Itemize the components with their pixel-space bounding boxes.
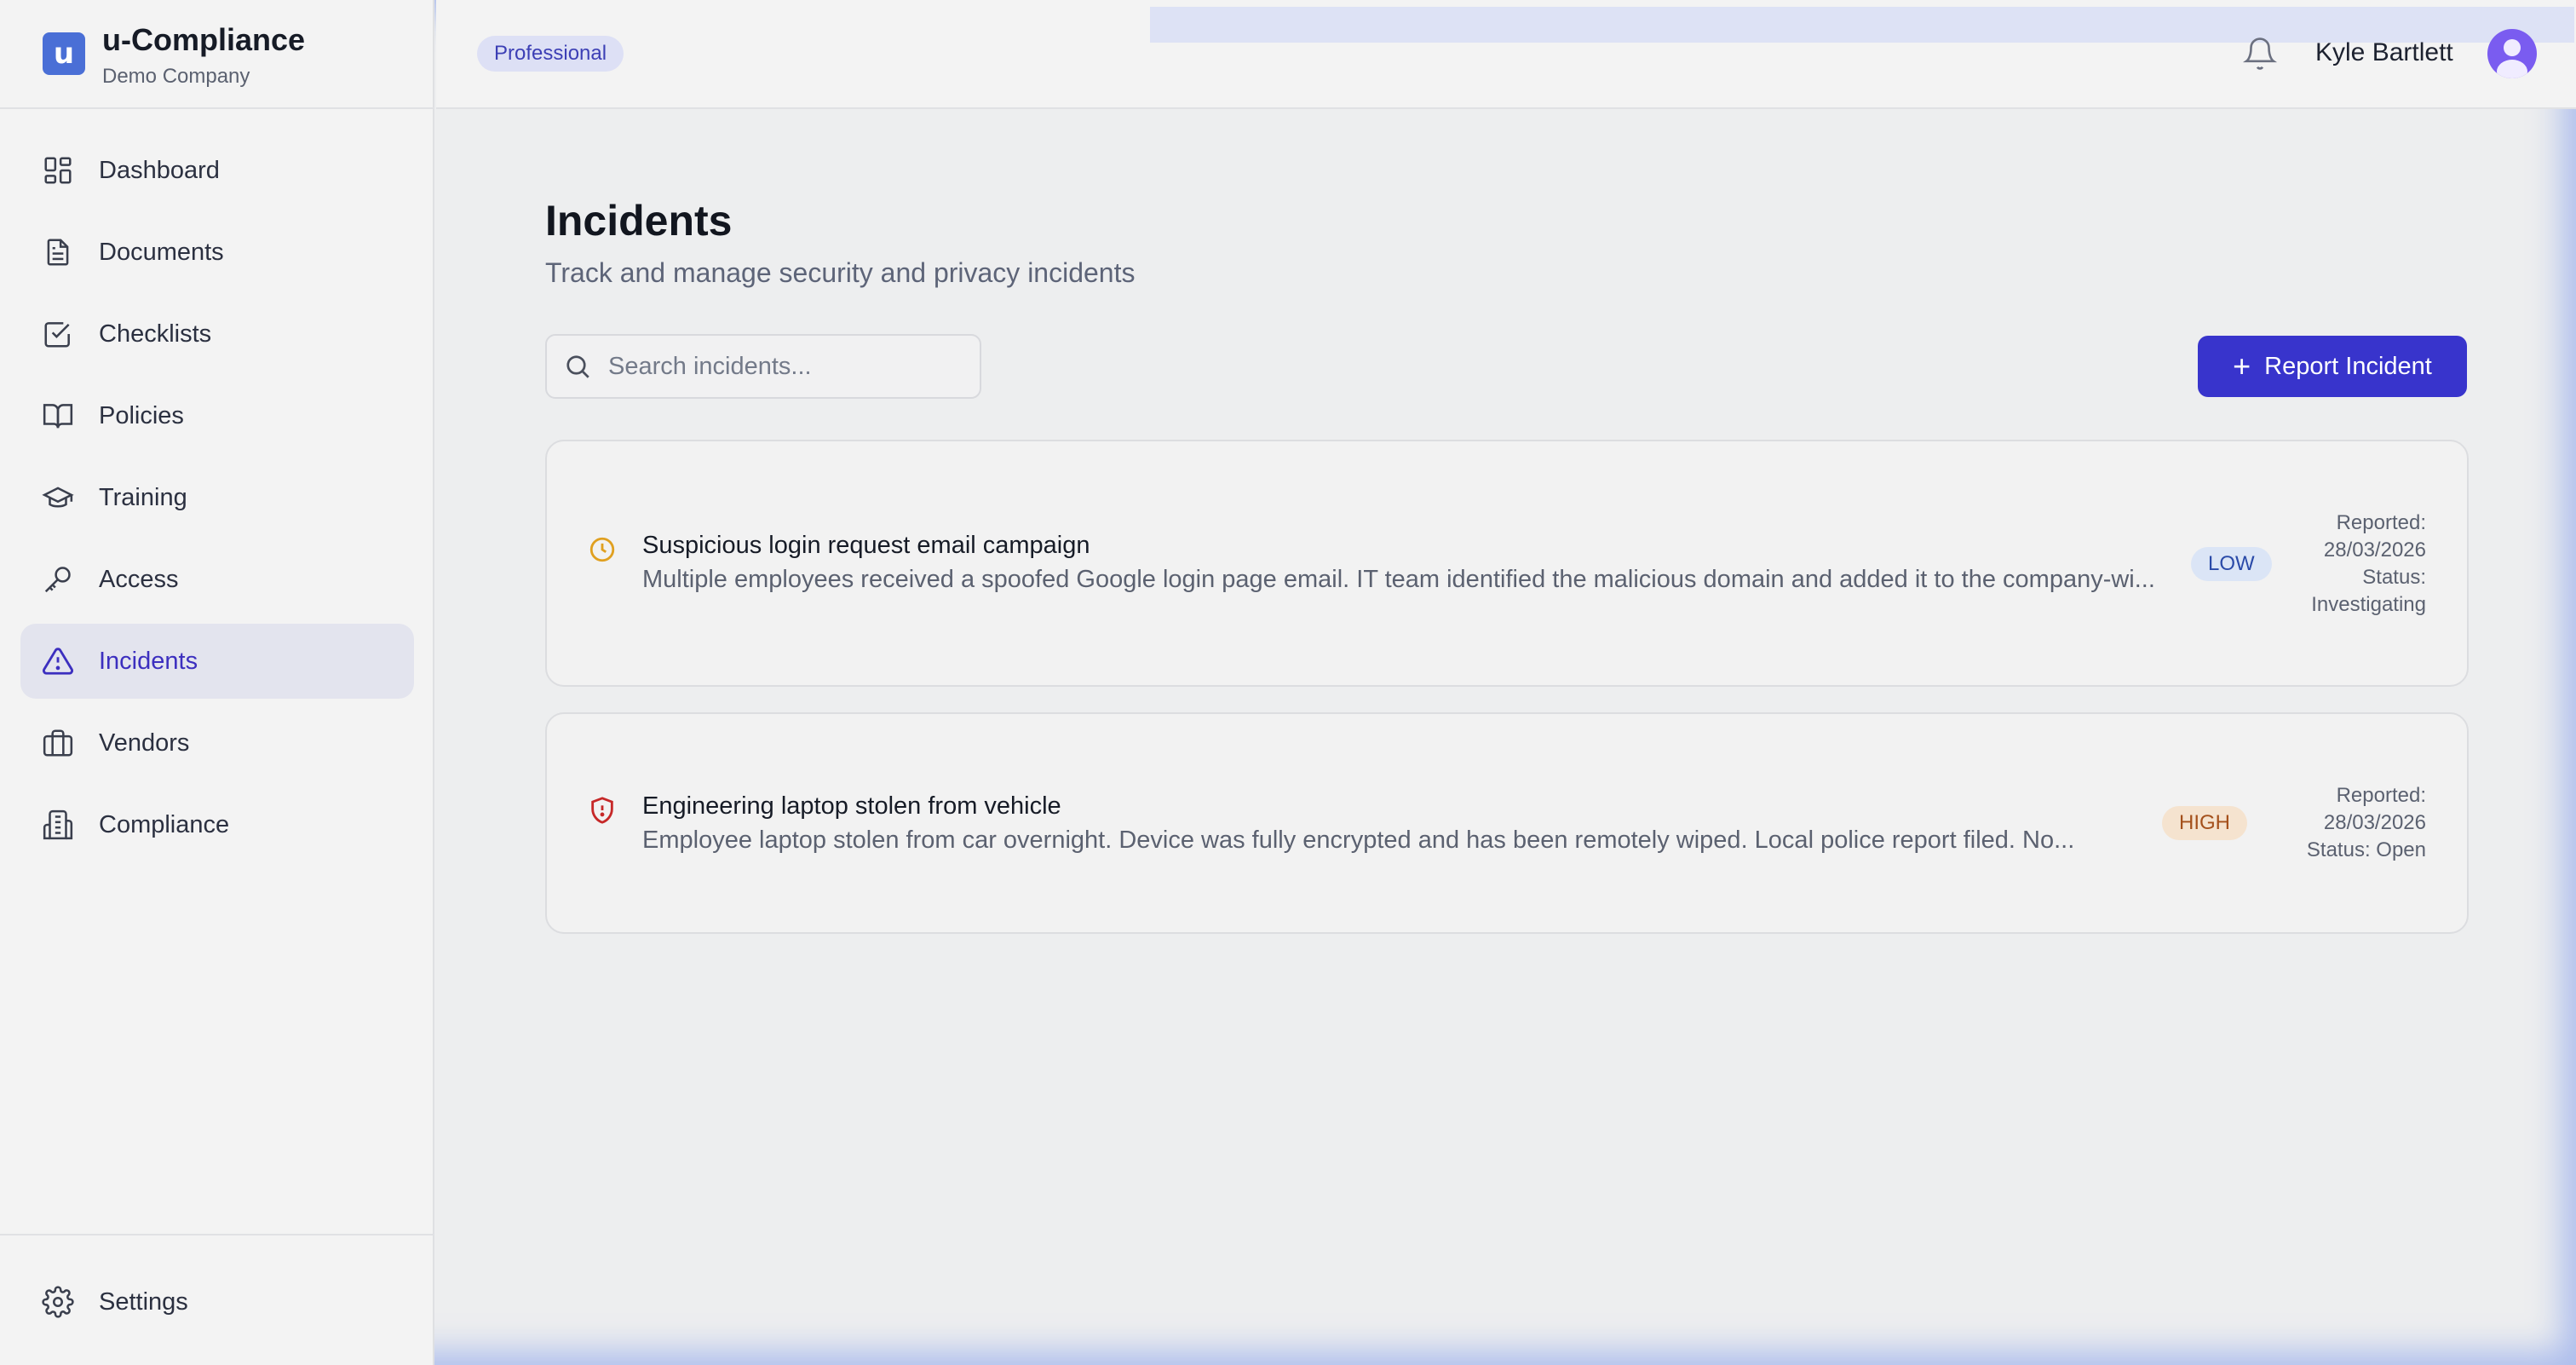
graduation-cap-icon [41, 481, 75, 515]
sidebar-item-label: Dashboard [99, 156, 220, 184]
status-value: Investigating [2311, 593, 2426, 616]
brand-header: u u-Compliance Demo Company [0, 0, 434, 109]
sidebar-item-vendors[interactable]: Vendors [20, 706, 414, 780]
shield-alert-icon [588, 796, 617, 825]
warning-triangle-icon [41, 644, 75, 678]
app-window: u u-Compliance Demo Company Dashboard Do… [0, 0, 2576, 1365]
briefcase-icon [41, 726, 75, 760]
sidebar-item-training[interactable]: Training [20, 460, 414, 535]
sidebar-nav: Dashboard Documents Checklists Policies [20, 133, 414, 869]
page-title: Incidents [545, 197, 733, 245]
gear-icon [41, 1285, 75, 1319]
incident-card[interactable]: Engineering laptop stolen from vehicle E… [545, 712, 2469, 934]
reported-label: Reported: [2336, 511, 2426, 534]
building-icon [41, 808, 75, 842]
sidebar-item-incidents[interactable]: Incidents [20, 624, 414, 699]
incident-meta: Reported: 28/03/2026 Status: Investigati… [2311, 510, 2426, 619]
top-header: Professional Kyle Bartlett [436, 0, 2576, 109]
sidebar-item-label: Checklists [99, 320, 212, 348]
key-icon [41, 562, 75, 596]
incident-description: Employee laptop stolen from car overnigh… [642, 826, 2075, 854]
header-highlight-bar [1150, 7, 2574, 43]
reported-date: 28/03/2026 [2323, 539, 2426, 562]
clock-icon [588, 535, 617, 564]
plan-badge: Professional [477, 36, 624, 72]
incident-title[interactable]: Suspicious login request email campaign [642, 532, 1090, 560]
sidebar-item-access[interactable]: Access [20, 542, 414, 617]
main-content: Incidents Track and manage security and … [436, 111, 2576, 1365]
page-subtitle: Track and manage security and privacy in… [545, 257, 1136, 288]
search-icon [562, 351, 593, 382]
incident-title[interactable]: Engineering laptop stolen from vehicle [642, 792, 1061, 821]
incident-meta: Reported: 28/03/2026 Status: Open [2307, 782, 2426, 864]
search-input[interactable] [608, 352, 966, 381]
severity-badge: HIGH [2162, 806, 2247, 840]
sidebar-item-label: Policies [99, 401, 184, 429]
sidebar-item-compliance[interactable]: Compliance [20, 787, 414, 862]
sidebar-item-dashboard[interactable]: Dashboard [20, 133, 414, 208]
sidebar-item-settings[interactable]: Settings [20, 1264, 414, 1339]
sidebar-item-documents[interactable]: Documents [20, 215, 414, 290]
reported-label: Reported: [2336, 784, 2426, 807]
sidebar-item-label: Access [99, 565, 179, 593]
status-label: Status: [2362, 566, 2426, 589]
report-incident-button[interactable]: + Report Incident [2198, 336, 2467, 397]
company-name: Demo Company [102, 65, 250, 88]
sidebar-item-label: Incidents [99, 647, 198, 675]
sidebar-item-label: Compliance [99, 810, 230, 838]
user-name[interactable]: Kyle Bartlett [2315, 38, 2453, 67]
sidebar-item-label: Training [99, 483, 187, 511]
bell-icon[interactable] [2242, 36, 2278, 72]
severity-badge: LOW [2191, 547, 2272, 581]
sidebar-footer: Settings [0, 1234, 434, 1365]
avatar[interactable] [2487, 29, 2537, 78]
sidebar: u u-Compliance Demo Company Dashboard Do… [0, 0, 434, 1365]
document-icon [41, 235, 75, 269]
book-icon [41, 399, 75, 433]
dashboard-icon [41, 153, 75, 187]
sidebar-item-policies[interactable]: Policies [20, 378, 414, 453]
plus-icon: + [2233, 348, 2251, 383]
reported-date: 28/03/2026 [2323, 811, 2426, 834]
search-box[interactable] [545, 334, 981, 399]
brand-name: u-Compliance [102, 22, 306, 57]
sidebar-item-label: Settings [99, 1287, 188, 1316]
incident-description: Multiple employees received a spoofed Go… [642, 566, 2155, 593]
checklist-icon [41, 317, 75, 351]
sidebar-item-label: Vendors [99, 729, 190, 757]
brand-logo[interactable]: u [43, 32, 85, 75]
incident-card[interactable]: Suspicious login request email campaign … [545, 440, 2469, 687]
sidebar-item-checklists[interactable]: Checklists [20, 297, 414, 371]
report-incident-label: Report Incident [2264, 352, 2432, 380]
sidebar-item-label: Documents [99, 238, 224, 266]
status-label: Status: Open [2306, 838, 2426, 861]
